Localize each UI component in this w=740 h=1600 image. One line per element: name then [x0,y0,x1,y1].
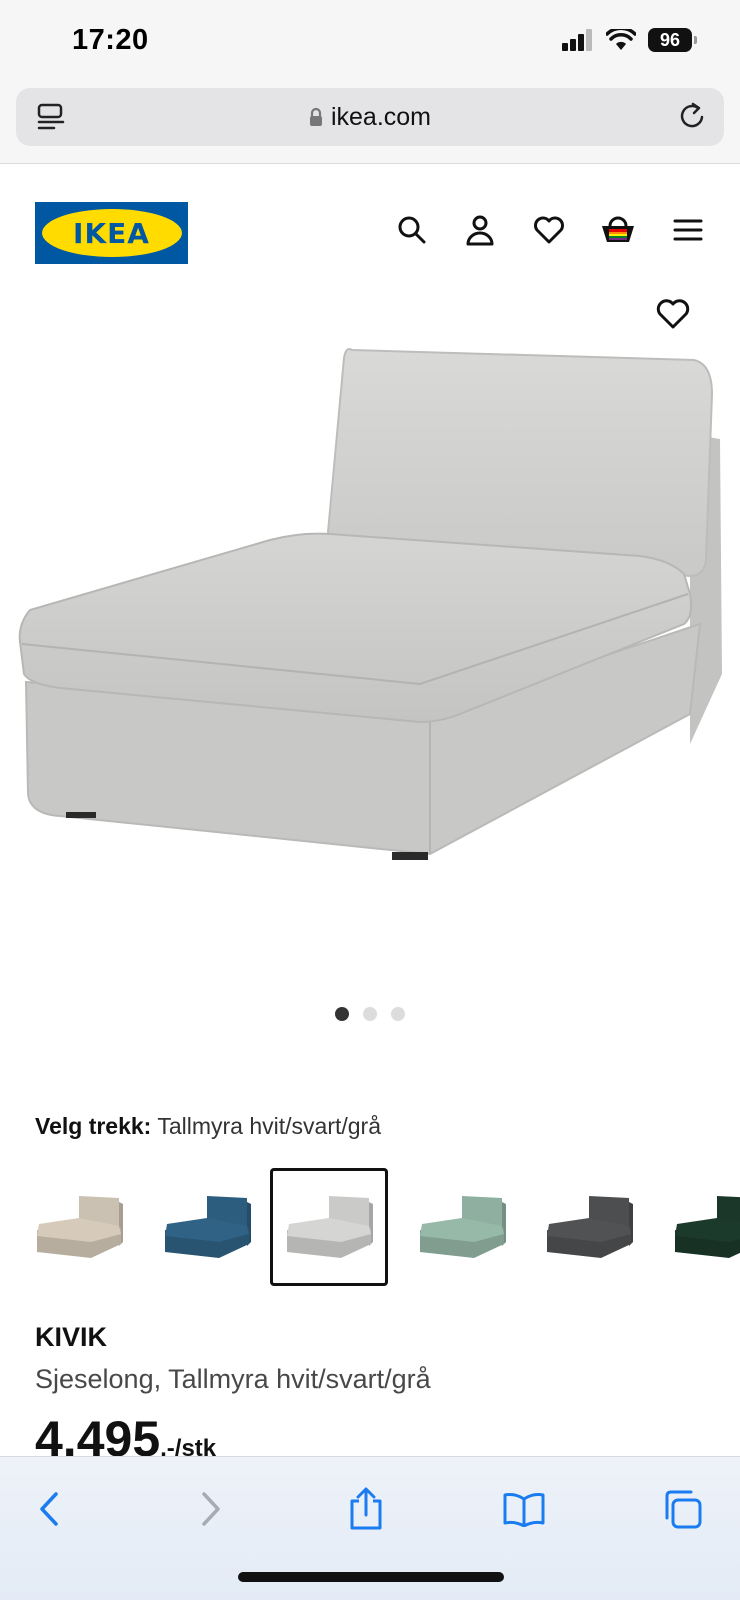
status-bar: 17:20 96 [0,0,740,80]
product-name[interactable]: KIVIK [35,1322,107,1353]
home-indicator [238,1572,504,1582]
pagination-dot[interactable] [335,1007,349,1021]
swatch-thumbnail [165,1196,251,1258]
user-icon[interactable] [462,212,498,248]
forward-icon[interactable] [186,1485,234,1533]
swatch-thumbnail [547,1196,633,1258]
bookmarks-icon[interactable] [500,1485,548,1533]
cover-swatch-dark-green[interactable] [658,1168,740,1286]
ikea-logo[interactable]: IKEA [35,202,188,264]
url-display[interactable]: ikea.com [16,103,724,132]
cover-swatch-list [20,1168,740,1290]
share-icon[interactable] [342,1485,390,1533]
gallery-pagination [0,1007,740,1021]
status-time: 17:20 [72,24,149,56]
pagination-dot[interactable] [363,1007,377,1021]
signal-icon [562,29,592,51]
swatch-thumbnail [675,1196,740,1258]
tabs-icon[interactable] [658,1485,706,1533]
product-description: Sjeselong, Tallmyra hvit/svart/grå [35,1364,431,1394]
address-bar[interactable]: ikea.com [16,88,724,146]
product-image-gallery[interactable] [0,284,740,1014]
battery-indicator: 96 [648,28,697,52]
swatch-thumbnail [287,1196,373,1258]
cover-selection-label: Velg trekk: Tallmyra hvit/svart/grå [35,1113,381,1140]
pagination-dot[interactable] [391,1007,405,1021]
cover-label-value: Tallmyra hvit/svart/grå [157,1113,381,1139]
cart-icon[interactable] [600,212,636,248]
cover-swatch-beige[interactable] [20,1168,138,1286]
search-icon[interactable] [394,212,430,248]
cover-swatch-blue[interactable] [148,1168,266,1286]
reload-icon[interactable] [676,100,708,132]
menu-icon[interactable] [670,212,706,248]
chaise-longue-image [18,348,722,860]
browser-toolbar: ikea.com [0,80,740,164]
cover-label-title: Velg trekk: [35,1113,152,1139]
cover-swatch-light-grey[interactable] [270,1168,388,1286]
status-icons: 96 [562,28,697,52]
site-header: IKEA [0,164,740,284]
logo-oval: IKEA [41,209,182,257]
swatch-thumbnail [420,1196,506,1258]
swatch-thumbnail [37,1196,123,1258]
logo-text: IKEA [73,216,150,250]
wifi-icon [606,29,636,50]
cover-swatch-green[interactable] [403,1168,521,1286]
cover-swatch-dark-grey[interactable] [530,1168,648,1286]
heart-icon[interactable] [531,212,567,248]
back-icon[interactable] [26,1485,74,1533]
lock-icon [309,107,322,126]
url-text: ikea.com [330,103,432,131]
